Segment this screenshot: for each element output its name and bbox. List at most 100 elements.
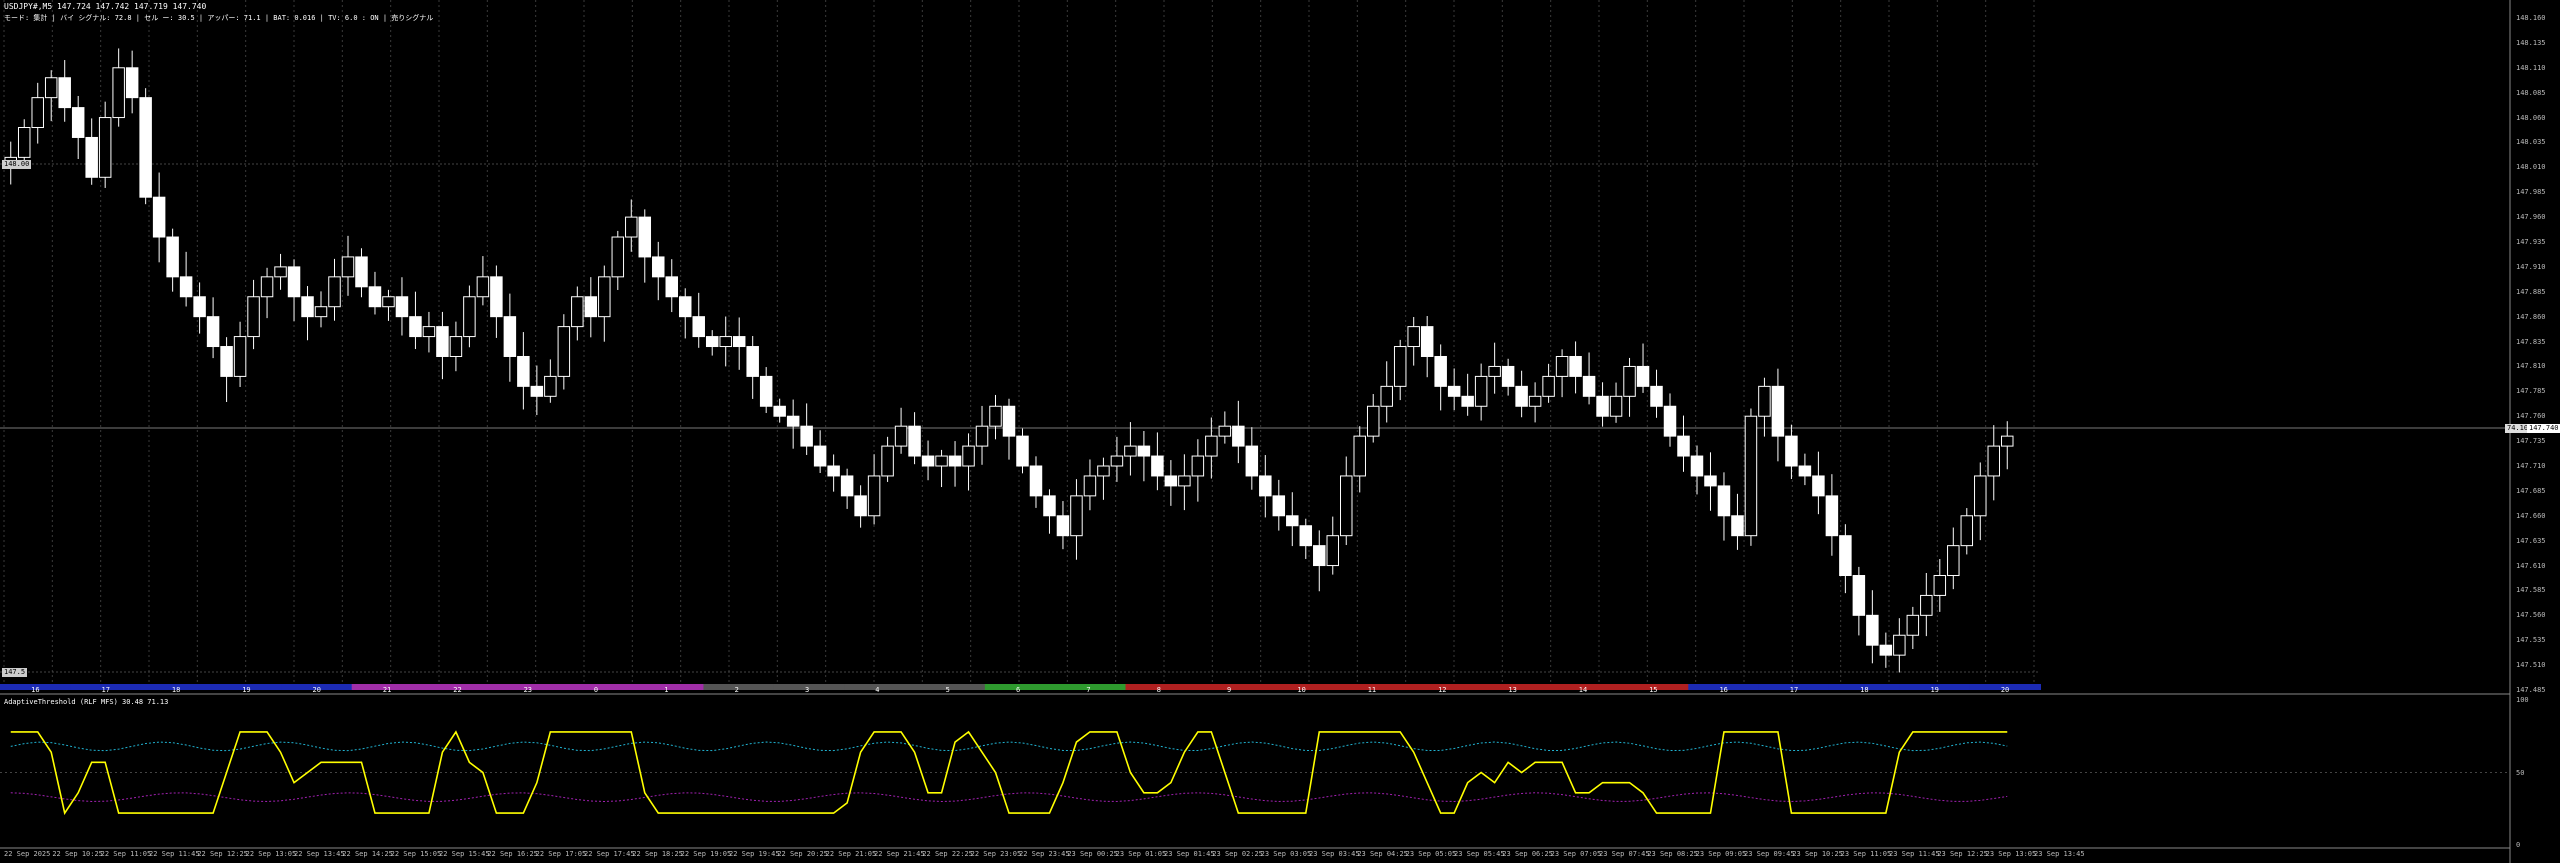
price-tick-label: 147.885: [2516, 287, 2546, 296]
time-tick-label: 23 Sep 08:25: [1647, 850, 1698, 858]
candle-body: [1623, 365, 1636, 397]
candle-body: [1906, 614, 1920, 636]
time-tick-label: 23 Sep 04:25: [1357, 850, 1408, 858]
candle-body: [125, 67, 139, 99]
candle-body: [17, 127, 31, 158]
time-tick-label: 22 Sep 2025: [4, 850, 51, 858]
candle-body: [1434, 355, 1447, 387]
candle-body: [1704, 475, 1717, 487]
price-tick-label: 147.535: [2516, 636, 2546, 645]
candle-body: [1205, 435, 1218, 457]
time-tick-label: 23 Sep 13:05: [1985, 850, 2037, 858]
price-tick-label: 148.135: [2516, 38, 2546, 47]
candle-body: [881, 445, 894, 477]
candle-body: [652, 256, 665, 278]
candle-body: [638, 216, 652, 258]
candle-body: [1272, 495, 1286, 517]
candle-body: [1758, 385, 1771, 417]
candle-body: [476, 276, 490, 298]
candle-body: [301, 296, 314, 318]
candle-body: [287, 266, 301, 298]
candle-body: [800, 425, 813, 447]
candle-body: [58, 77, 71, 109]
candle-body: [1542, 375, 1555, 397]
hour-label: 10: [1297, 686, 1306, 694]
hour-segment: [703, 684, 775, 690]
candle-body: [1191, 455, 1205, 477]
candle-body: [206, 316, 220, 348]
candle-body: [598, 276, 611, 318]
hour-segment: [984, 684, 1057, 690]
candle-body: [1879, 644, 1893, 656]
candle-body: [220, 346, 233, 377]
price-tick-label: 147.810: [2516, 362, 2546, 371]
candle-body: [1974, 475, 1987, 517]
left-level-tag-upper: 148.00: [2, 160, 32, 169]
candle-body: [463, 296, 476, 338]
price-tick-label: 147.835: [2516, 337, 2546, 346]
candle-body: [1299, 525, 1313, 547]
candle-body: [1151, 455, 1164, 477]
hour-label: 16: [1719, 686, 1728, 694]
price-tick-label: 147.635: [2516, 536, 2546, 545]
price-tick-label: 147.910: [2516, 262, 2546, 271]
hour-segment: [633, 684, 705, 690]
time-tick-label: 23 Sep 06:25: [1502, 850, 1553, 858]
time-tick-label: 23 Sep 02:25: [1212, 850, 1263, 858]
hour-label: 15: [1649, 686, 1658, 694]
candle-body: [732, 336, 746, 348]
candle-body: [1744, 415, 1758, 537]
candle-body: [1326, 535, 1340, 567]
hour-label: 2: [734, 686, 739, 694]
time-tick-label: 23 Sep 07:05: [1550, 850, 1602, 858]
candle-body: [2001, 435, 2014, 447]
price-chart[interactable]: [0, 0, 2560, 863]
candle-body: [1124, 445, 1137, 457]
candle-body: [908, 425, 921, 457]
candle-body: [948, 455, 962, 467]
time-tick-label: 22 Sep 20:25: [777, 850, 828, 858]
candle-body: [517, 355, 530, 387]
hour-label: 5: [945, 686, 950, 694]
time-tick-label: 22 Sep 19:45: [729, 850, 780, 858]
hour-label: 8: [1156, 686, 1161, 694]
hour-label: 17: [1789, 686, 1799, 694]
candle-body: [1596, 395, 1609, 417]
candle-body: [1677, 435, 1690, 457]
hour-label: 23: [523, 686, 533, 694]
candle-body: [705, 336, 719, 348]
candle-body: [1582, 375, 1596, 397]
candle-body: [71, 107, 85, 138]
candle-body: [1515, 385, 1528, 407]
time-tick-label: 23 Sep 05:45: [1454, 850, 1505, 858]
upper-threshold-line: [10, 741, 2008, 752]
candle-body: [1569, 355, 1582, 377]
candle-body: [840, 475, 854, 497]
hour-label: 18: [1860, 686, 1869, 694]
candle-body: [1893, 634, 1906, 656]
hour-label: 20: [312, 686, 321, 694]
candle-body: [1313, 545, 1326, 567]
hour-label: 13: [1508, 686, 1517, 694]
price-tick-label: 147.935: [2516, 238, 2546, 246]
candle-body: [1110, 455, 1124, 467]
candle-body: [1420, 326, 1434, 357]
candle-body: [1286, 515, 1299, 527]
symbol-info: USDJPY#,M5 147.724 147.742 147.719 147.7…: [4, 2, 207, 11]
hour-label: 9: [1227, 686, 1232, 694]
time-tick-label: 23 Sep 00:25: [1067, 850, 1118, 858]
time-tick-label: 23 Sep 13:45: [2034, 850, 2085, 858]
price-tick-label: 148.010: [2516, 163, 2546, 172]
price-tick-label: 147.785: [2516, 387, 2546, 396]
time-tick-label: 22 Sep 18:25: [632, 850, 683, 858]
hour-label: 20: [2000, 686, 2010, 694]
candle-body: [1731, 515, 1744, 537]
left-level-tag-lower: 147.5: [2, 668, 28, 677]
hour-label: 18: [171, 686, 181, 694]
candle-body: [1636, 365, 1650, 387]
price-tick-label: 147.985: [2516, 188, 2546, 197]
time-tick-label: 23 Sep 11:05: [1840, 850, 1892, 858]
hour-segment: [844, 684, 916, 690]
candle-body: [1164, 475, 1178, 487]
candle-body: [611, 236, 625, 278]
